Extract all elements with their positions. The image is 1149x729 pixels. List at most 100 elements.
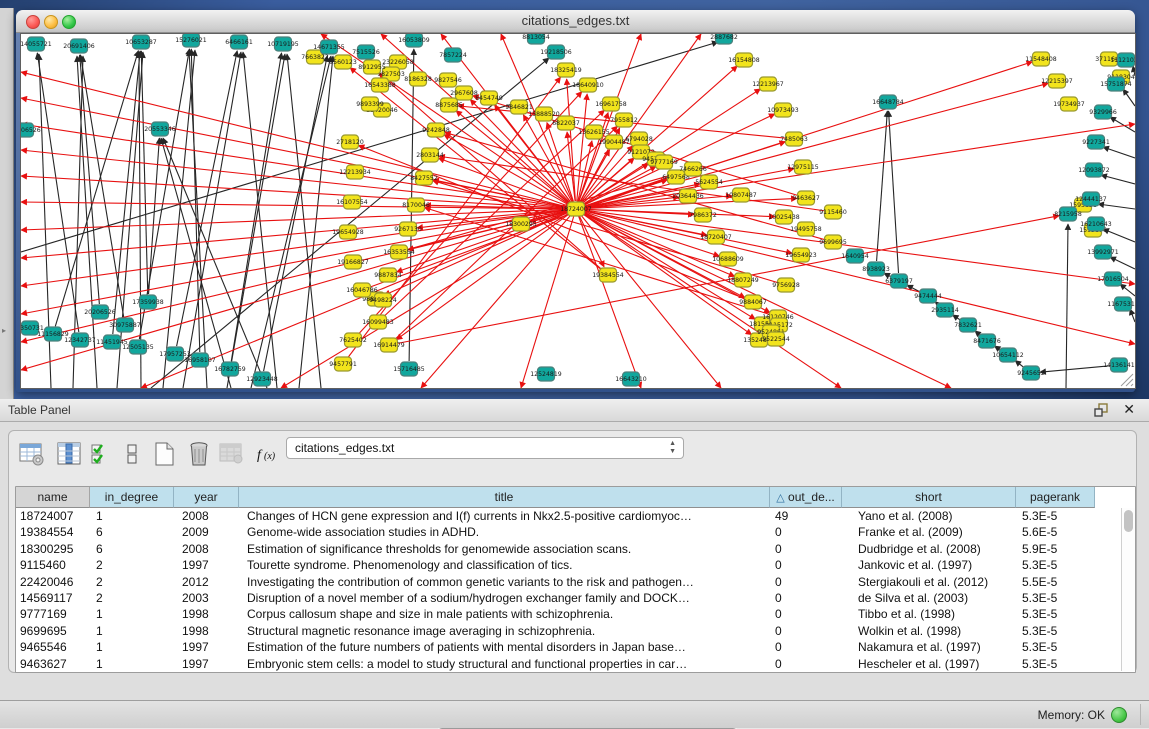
close-icon[interactable]: ✕ — [1123, 401, 1135, 418]
table-cell[interactable]: 5.3E-5 — [1016, 623, 1095, 639]
table-cell[interactable]: Wolkin et al. (1998) — [842, 623, 1016, 639]
graph-node[interactable]: 19218506 — [540, 45, 572, 59]
float-window-icon[interactable] — [1094, 403, 1109, 417]
graph-node[interactable]: 19654923 — [785, 248, 817, 262]
table-cell[interactable]: Embryonic stem cells: a model to study s… — [239, 656, 770, 672]
table-cell[interactable]: 1997 — [174, 656, 239, 672]
graph-node[interactable]: 7485063 — [780, 132, 808, 146]
table-cell[interactable]: Corpus callosum shape and size in male p… — [239, 606, 770, 622]
table-row[interactable]: 1830029562008Estimation of significance … — [16, 541, 1135, 557]
table-cell[interactable]: 1997 — [174, 557, 239, 573]
delete-table-icon[interactable] — [186, 441, 212, 467]
graph-node[interactable]: 11548408 — [1025, 52, 1057, 66]
select-columns-icon[interactable] — [56, 441, 82, 467]
table-cell[interactable]: Nakamura et al. (1997) — [842, 639, 1016, 655]
table-selector-combobox[interactable]: citations_edges.txt ▲▼ — [286, 437, 684, 459]
graph-node[interactable]: 14136141 — [1103, 358, 1135, 372]
table-cell[interactable]: 1997 — [174, 639, 239, 655]
table-row[interactable]: 2242004622012Investigating the contribut… — [16, 574, 1135, 590]
table-cell[interactable]: 9777169 — [16, 606, 90, 622]
graph-node[interactable]: 16053809 — [398, 34, 430, 47]
graph-node[interactable]: 7625402 — [339, 333, 367, 347]
table-cell[interactable]: 0 — [770, 639, 842, 655]
graph-node[interactable]: 18720407 — [700, 230, 732, 244]
graph-node[interactable]: 16782759 — [214, 362, 246, 376]
graph-node[interactable]: 12342737 — [64, 333, 96, 347]
graph-node[interactable]: 20206526 — [84, 305, 116, 319]
table-cell[interactable]: 1 — [90, 606, 174, 622]
graph-node[interactable]: 8186328 — [404, 72, 432, 86]
column-header-year[interactable]: year — [174, 487, 239, 508]
graph-node[interactable]: 9463627 — [792, 191, 820, 205]
vertical-scrollbar[interactable] — [1121, 508, 1135, 671]
table-cell[interactable]: 18300295 — [16, 541, 90, 557]
graph-node[interactable]: 16107554 — [336, 195, 368, 209]
citation-edge[interactable] — [521, 209, 576, 388]
table-cell[interactable]: Tourette syndrome. Phenomenology and cla… — [239, 557, 770, 573]
citation-edge[interactable] — [1101, 175, 1135, 184]
table-cell[interactable]: 2 — [90, 574, 174, 590]
graph-node[interactable]: 20691406 — [63, 39, 95, 53]
table-cell[interactable]: 22420046 — [16, 574, 90, 590]
table-row[interactable]: 946362711997Embryonic stem cells: a mode… — [16, 656, 1135, 672]
graph-node[interactable]: 18325419 — [550, 63, 582, 77]
citation-edge[interactable] — [1110, 257, 1135, 269]
table-cell[interactable]: 0 — [770, 606, 842, 622]
citation-edge[interactable] — [877, 111, 888, 261]
graph-node[interactable]: 9887834 — [374, 268, 402, 282]
graph-node[interactable]: 9115460 — [819, 205, 847, 219]
citation-edge[interactable] — [21, 209, 576, 230]
citation-edge[interactable] — [21, 209, 576, 286]
table-cell[interactable]: 1 — [90, 656, 174, 672]
table-cell[interactable]: 5.3E-5 — [1016, 656, 1095, 672]
graph-node[interactable]: 16914479 — [373, 338, 405, 352]
column-header-in_degree[interactable]: in_degree — [90, 487, 174, 508]
graph-node[interactable]: 16643210 — [615, 372, 647, 386]
table-cell[interactable]: 5.9E-5 — [1016, 541, 1095, 557]
graph-node[interactable]: 2718120 — [336, 135, 364, 149]
table-panel-header[interactable]: Table Panel ✕ — [0, 399, 1149, 422]
table-cell[interactable]: 1 — [90, 639, 174, 655]
graph-node[interactable]: 2935114 — [931, 303, 959, 317]
table-cell[interactable]: de Silva et al. (2003) — [842, 590, 1016, 606]
graph-node[interactable]: 12215397 — [1041, 74, 1073, 88]
table-cell[interactable]: 2008 — [174, 508, 239, 524]
graph-node[interactable]: 2887682 — [710, 34, 738, 44]
table-row[interactable]: 969969511998Structural magnetic resonanc… — [16, 623, 1135, 639]
table-cell[interactable]: 49 — [770, 508, 842, 524]
table-cell[interactable]: Stergiakouli et al. (2012) — [842, 574, 1016, 590]
citation-edge[interactable] — [1130, 309, 1135, 322]
table-cell[interactable]: 1998 — [174, 606, 239, 622]
table-cell[interactable]: 9465546 — [16, 639, 90, 655]
citation-edge[interactable] — [576, 209, 721, 388]
table-row[interactable]: 1938455462009Genome-wide association stu… — [16, 524, 1135, 540]
table-cell[interactable]: Structural magnetic resonance image aver… — [239, 623, 770, 639]
graph-node[interactable]: 10653287 — [125, 35, 157, 49]
table-cell[interactable]: 5.3E-5 — [1016, 590, 1095, 606]
graph-node[interactable]: 10654112 — [992, 348, 1024, 362]
citation-edge[interactable] — [231, 53, 281, 361]
graph-node[interactable]: 7955812 — [610, 113, 638, 127]
table-cell[interactable]: 2012 — [174, 574, 239, 590]
graph-node[interactable]: 7986372 — [689, 208, 717, 222]
graph-node[interactable]: 2803144 — [416, 148, 444, 162]
table-cell[interactable]: 5.3E-5 — [1016, 508, 1095, 524]
table-cell[interactable]: 2 — [90, 590, 174, 606]
table-cell[interactable]: 9463627 — [16, 656, 90, 672]
citation-edge[interactable] — [576, 209, 1135, 284]
citation-edge[interactable] — [21, 202, 576, 209]
table-cell[interactable]: Jankovic et al. (1997) — [842, 557, 1016, 573]
table-cell[interactable]: Estimation of significance thresholds fo… — [239, 541, 770, 557]
column-header-pagerank[interactable]: pagerank — [1016, 487, 1095, 508]
graph-node[interactable]: 16154808 — [728, 53, 760, 67]
graph-node[interactable]: 7515526 — [352, 45, 380, 59]
combobox-spinner-icon[interactable]: ▲▼ — [669, 440, 676, 456]
table-cell[interactable]: Changes of HCN gene expression and I(f) … — [239, 508, 770, 524]
table-row[interactable]: 911546021997Tourette syndrome. Phenomeno… — [16, 557, 1135, 573]
citation-edge[interactable] — [1098, 204, 1135, 209]
table-header-row[interactable]: namein_degreeyeartitle△ out_de...shortpa… — [16, 487, 1135, 508]
citation-edge[interactable] — [163, 50, 195, 388]
table-cell[interactable]: 2003 — [174, 590, 239, 606]
graph-node[interactable]: 12923448 — [246, 372, 278, 386]
citation-edge[interactable] — [396, 214, 569, 340]
